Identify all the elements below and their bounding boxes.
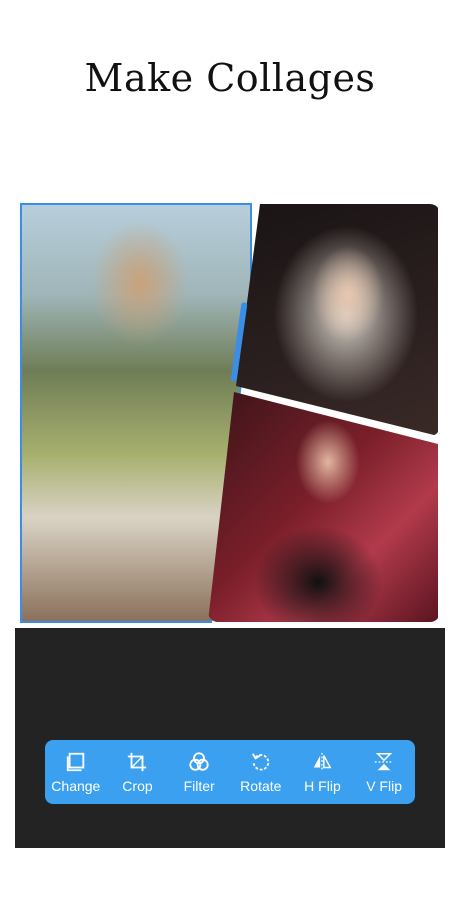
crop-label: Crop	[122, 777, 153, 794]
crop-button[interactable]: Crop	[107, 742, 167, 802]
edit-toolbar: Change Crop Filter Rotate H Flip V Flip	[45, 740, 415, 804]
filter-icon	[189, 751, 209, 771]
filter-button[interactable]: Filter	[169, 742, 229, 802]
v-flip-button[interactable]: V Flip	[354, 742, 414, 802]
v-flip-icon	[374, 752, 394, 770]
h-flip-button[interactable]: H Flip	[292, 742, 352, 802]
collage-canvas	[0, 0, 460, 640]
editor-panel	[15, 628, 445, 848]
v-flip-label: V Flip	[366, 777, 402, 794]
h-flip-label: H Flip	[304, 777, 341, 794]
rotate-button[interactable]: Rotate	[231, 742, 291, 802]
filter-label: Filter	[183, 777, 215, 794]
crop-icon	[128, 752, 147, 771]
rotate-icon	[251, 752, 270, 771]
h-flip-icon	[314, 752, 332, 771]
change-button[interactable]: Change	[46, 742, 106, 802]
change-label: Change	[51, 777, 101, 794]
change-icon	[66, 752, 85, 771]
rotate-label: Rotate	[240, 777, 282, 794]
